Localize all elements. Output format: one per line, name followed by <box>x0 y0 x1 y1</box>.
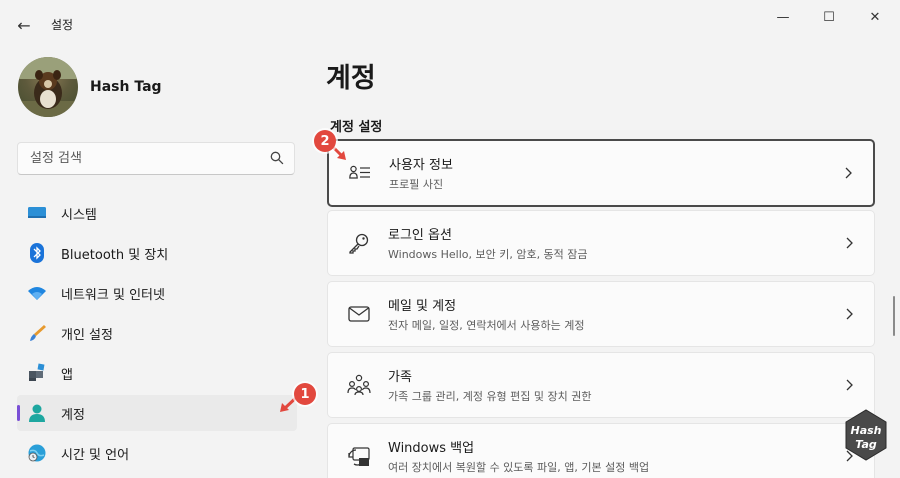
apps-icon <box>27 363 47 383</box>
back-arrow-icon: ← <box>17 15 31 35</box>
sidebar-item-label: Bluetooth 및 장치 <box>61 247 169 263</box>
sidebar-item-label: 계정 <box>61 407 85 423</box>
sidebar-item-time-language[interactable]: 시간 및 언어 <box>17 435 297 471</box>
user-name: Hash Tag <box>90 79 162 95</box>
card-subtitle: 여러 장치에서 복원할 수 있도록 파일, 앱, 기본 설정 백업 <box>388 461 650 474</box>
avatar[interactable] <box>18 57 78 117</box>
bluetooth-icon <box>27 243 47 263</box>
wifi-icon <box>27 283 47 303</box>
sign-in-options-card[interactable]: 로그인 옵션 Windows Hello, 보안 키, 암호, 동적 잠금 <box>327 210 875 276</box>
hashtag-watermark: Hash Tag <box>836 408 896 470</box>
key-icon <box>347 231 371 255</box>
card-subtitle: 전자 메일, 일정, 연락처에서 사용하는 계정 <box>388 319 585 332</box>
hashtag-logo-icon: Hash Tag <box>845 409 887 461</box>
sidebar-nav: 시스템 Bluetooth 및 장치 네트워크 및 인터넷 개인 설정 앱 계정 <box>17 195 297 475</box>
settings-card-list: 사용자 정보 프로필 사진 로그인 옵션 Windows Hello, 보안 키… <box>327 139 875 478</box>
person-icon <box>27 403 47 423</box>
card-subtitle: 프로필 사진 <box>389 178 444 191</box>
card-subtitle: 가족 그룹 관리, 계정 유형 편집 및 장치 권한 <box>388 390 592 403</box>
card-title: 로그인 옵션 <box>388 228 452 243</box>
back-button[interactable]: ← <box>10 12 38 38</box>
backup-icon <box>347 444 371 468</box>
app-title: 설정 <box>51 18 74 32</box>
card-title: 메일 및 계정 <box>388 299 457 314</box>
section-title: 계정 설정 <box>330 120 383 135</box>
watermark-line1: Hash <box>850 424 881 437</box>
chevron-right-icon <box>846 308 853 320</box>
card-title: Windows 백업 <box>388 441 475 456</box>
windows-backup-card[interactable]: Windows 백업 여러 장치에서 복원할 수 있도록 파일, 앱, 기본 설… <box>327 423 875 478</box>
maximize-button[interactable]: ☐ <box>806 0 852 34</box>
maximize-icon: ☐ <box>823 9 835 25</box>
sidebar-item-apps[interactable]: 앱 <box>17 355 297 391</box>
family-icon <box>347 373 371 397</box>
profile-header: Hash Tag <box>18 57 162 117</box>
system-icon <box>27 203 47 223</box>
family-card[interactable]: 가족 가족 그룹 관리, 계정 유형 편집 및 장치 권한 <box>327 352 875 418</box>
card-subtitle: Windows Hello, 보안 키, 암호, 동적 잠금 <box>388 248 588 261</box>
title-bar: ← 설정 — ☐ ✕ <box>0 0 900 48</box>
page-title: 계정 <box>326 63 376 94</box>
sidebar-item-personalization[interactable]: 개인 설정 <box>17 315 297 351</box>
sidebar-item-bluetooth[interactable]: Bluetooth 및 장치 <box>17 235 297 271</box>
chevron-right-icon <box>845 167 852 179</box>
annotation-badge-2: 2 <box>314 130 336 152</box>
search-input[interactable] <box>18 143 248 174</box>
dog-photo-icon <box>18 57 78 117</box>
sidebar-item-label: 네트워크 및 인터넷 <box>61 287 165 303</box>
globe-clock-icon <box>27 443 47 463</box>
watermark-line2: Tag <box>855 438 877 451</box>
chevron-right-icon <box>846 379 853 391</box>
sidebar-item-network[interactable]: 네트워크 및 인터넷 <box>17 275 297 311</box>
sidebar-item-label: 시간 및 언어 <box>61 447 130 463</box>
sidebar-item-label: 앱 <box>61 367 73 383</box>
sidebar-item-label: 시스템 <box>61 207 97 223</box>
chevron-right-icon <box>846 237 853 249</box>
sidebar-item-label: 개인 설정 <box>61 327 113 343</box>
minimize-button[interactable]: — <box>760 0 806 34</box>
search-box[interactable] <box>17 142 295 175</box>
email-accounts-card[interactable]: 메일 및 계정 전자 메일, 일정, 연락처에서 사용하는 계정 <box>327 281 875 347</box>
scrollbar-thumb[interactable] <box>893 296 895 336</box>
user-info-icon <box>348 161 372 185</box>
minimize-icon: — <box>776 9 790 25</box>
user-info-card[interactable]: 사용자 정보 프로필 사진 <box>327 139 875 207</box>
close-icon: ✕ <box>869 9 881 25</box>
sidebar-item-system[interactable]: 시스템 <box>17 195 297 231</box>
search-icon[interactable] <box>270 151 284 165</box>
card-title: 가족 <box>388 370 412 385</box>
brush-icon <box>27 323 47 343</box>
annotation-badge-1: 1 <box>294 383 316 405</box>
sidebar-item-accounts[interactable]: 계정 <box>17 395 297 431</box>
mail-icon <box>347 302 371 326</box>
card-title: 사용자 정보 <box>389 158 453 173</box>
close-button[interactable]: ✕ <box>852 0 898 34</box>
